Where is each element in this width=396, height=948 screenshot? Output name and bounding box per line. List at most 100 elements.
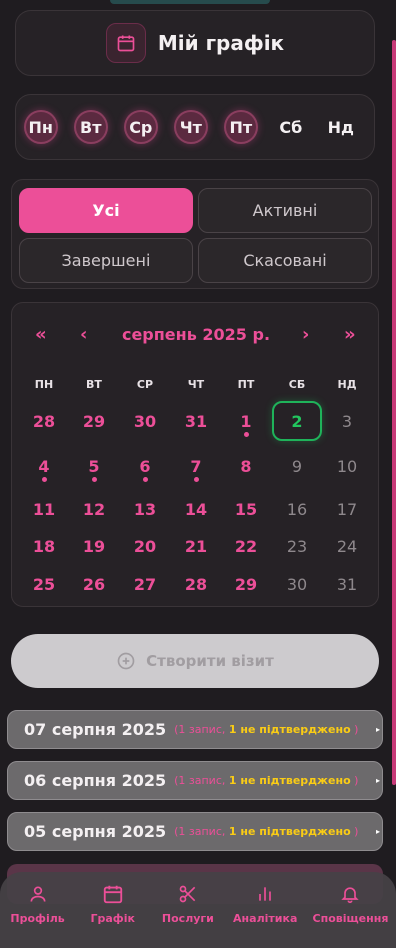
nav-profile[interactable]: Профіль: [8, 882, 68, 925]
calendar-day-number: 28: [32, 411, 56, 431]
weekday-thu[interactable]: Чт: [174, 110, 208, 144]
nav-notifications-label: Сповіщення: [312, 912, 389, 925]
weekday-sun[interactable]: Нд: [324, 110, 357, 144]
calendar-day[interactable]: 23: [272, 526, 322, 566]
weekday-sat[interactable]: Сб: [274, 110, 307, 144]
bell-icon: [338, 882, 362, 906]
calendar-month-title[interactable]: серпень 2025 р.: [12, 325, 380, 344]
filter-active-button[interactable]: Активні: [198, 188, 372, 233]
calendar-day[interactable]: 29: [221, 564, 271, 604]
visit-summary: (1 запис, 1 не підтверджено ): [174, 825, 359, 838]
weekday-fri[interactable]: Пт: [224, 110, 258, 144]
appointment-dot: [194, 477, 199, 482]
calendar-day-number: 28: [184, 574, 208, 594]
calendar-day-number: 20: [133, 536, 157, 556]
calendar-day-number: 30: [133, 411, 157, 431]
calendar-weekday-header: ПТ: [237, 378, 255, 391]
nav-profile-label: Профіль: [10, 912, 65, 925]
calendar-weekday-header: ПН: [34, 378, 54, 391]
create-visit-button[interactable]: Створити візит: [11, 634, 379, 688]
calendar-day-number: 15: [234, 499, 258, 519]
calendar-day-number: 14: [184, 499, 208, 519]
calendar: « ‹ серпень 2025 р. › » ПН ВТ СР ЧТ ПТ СБ НД 28…: [11, 302, 379, 607]
calendar-day[interactable]: 30: [120, 401, 170, 441]
calendar-day[interactable]: 7: [171, 446, 221, 486]
calendar-day[interactable]: 19: [69, 526, 119, 566]
calendar-weekday-header: НД: [337, 378, 357, 391]
visit-group[interactable]: 07 серпня 2025 (1 запис, 1 не підтвердже…: [7, 710, 383, 749]
calendar-icon: [101, 882, 125, 906]
appointment-dot: [244, 432, 249, 437]
calendar-day[interactable]: 29: [69, 401, 119, 441]
nav-notifications[interactable]: Сповіщення: [312, 882, 389, 925]
calendar-day[interactable]: 27: [120, 564, 170, 604]
calendar-day[interactable]: 21: [171, 526, 221, 566]
calendar-day[interactable]: 16: [272, 489, 322, 529]
filter-completed-button[interactable]: Завершені: [19, 238, 193, 283]
calendar-weekday-header: ВТ: [86, 378, 102, 391]
next-month-button[interactable]: ›: [302, 324, 309, 345]
visit-group[interactable]: 06 серпня 2025 (1 запис, 1 не підтвердже…: [7, 761, 383, 800]
user-icon: [26, 882, 50, 906]
calendar-weekday-header: СБ: [288, 378, 306, 391]
calendar-day[interactable]: 1: [221, 401, 271, 441]
calendar-day-number: 29: [234, 574, 258, 594]
calendar-day[interactable]: 9: [272, 446, 322, 486]
appointment-dot: [42, 477, 47, 482]
calendar-day[interactable]: 4: [19, 446, 69, 486]
nav-services-label: Послуги: [161, 912, 214, 925]
nav-schedule-label: Графік: [90, 912, 135, 925]
calendar-day[interactable]: 20: [120, 526, 170, 566]
calendar-day[interactable]: 17: [322, 489, 372, 529]
weekday-tue[interactable]: Вт: [74, 110, 108, 144]
calendar-day-number: 26: [82, 574, 106, 594]
visit-group[interactable]: 05 серпня 2025 (1 запис, 1 не підтвердже…: [7, 812, 383, 851]
status-filter: Усі Активні Завершені Скасовані: [11, 179, 379, 289]
calendar-day-number: 19: [82, 536, 106, 556]
calendar-day[interactable]: 28: [19, 401, 69, 441]
weekday-mon[interactable]: Пн: [24, 110, 58, 144]
calendar-day[interactable]: 25: [19, 564, 69, 604]
calendar-day[interactable]: 30: [272, 564, 322, 604]
calendar-day[interactable]: 13: [120, 489, 170, 529]
calendar-day-number: 12: [82, 499, 106, 519]
nav-analytics[interactable]: Аналітика: [233, 882, 297, 925]
calendar-day[interactable]: 22: [221, 526, 271, 566]
calendar-day[interactable]: 5: [69, 446, 119, 486]
calendar-day[interactable]: 24: [322, 526, 372, 566]
calendar-day[interactable]: 26: [69, 564, 119, 604]
calendar-day[interactable]: 31: [322, 564, 372, 604]
next-year-button[interactable]: »: [344, 324, 356, 345]
filter-all-button[interactable]: Усі: [19, 188, 193, 233]
calendar-day[interactable]: 3: [322, 401, 372, 441]
expand-arrow-icon: ▸: [375, 827, 380, 836]
scissors-icon: [176, 882, 200, 906]
filter-cancelled-button[interactable]: Скасовані: [198, 238, 372, 283]
calendar-day[interactable]: 28: [171, 564, 221, 604]
calendar-day-number: 10: [336, 456, 358, 476]
calendar-day[interactable]: 11: [19, 489, 69, 529]
calendar-day-number: 30: [286, 574, 308, 594]
calendar-day-today[interactable]: 2: [272, 401, 322, 441]
weekday-wed[interactable]: Ср: [124, 110, 158, 144]
visit-summary: (1 запис, 1 не підтверджено ): [174, 774, 359, 787]
scrollbar[interactable]: [392, 40, 396, 785]
nav-schedule[interactable]: Графік: [83, 882, 143, 925]
visit-date: 06 серпня 2025: [24, 771, 167, 790]
nav-services[interactable]: Послуги: [158, 882, 218, 925]
expand-arrow-icon: ▸: [375, 776, 380, 785]
calendar-day[interactable]: 15: [221, 489, 271, 529]
calendar-day-number: 11: [32, 499, 56, 519]
calendar-weekday-header: ЧТ: [187, 378, 205, 391]
calendar-day-number: 6: [139, 456, 151, 476]
calendar-day[interactable]: 8: [221, 446, 271, 486]
calendar-day-number: 8: [240, 456, 252, 476]
calendar-day[interactable]: 31: [171, 401, 221, 441]
calendar-day[interactable]: 18: [19, 526, 69, 566]
calendar-day-number: 27: [133, 574, 157, 594]
calendar-day[interactable]: 14: [171, 489, 221, 529]
calendar-weekday-header: СР: [136, 378, 154, 391]
calendar-day[interactable]: 6: [120, 446, 170, 486]
calendar-day[interactable]: 12: [69, 489, 119, 529]
calendar-day[interactable]: 10: [322, 446, 372, 486]
